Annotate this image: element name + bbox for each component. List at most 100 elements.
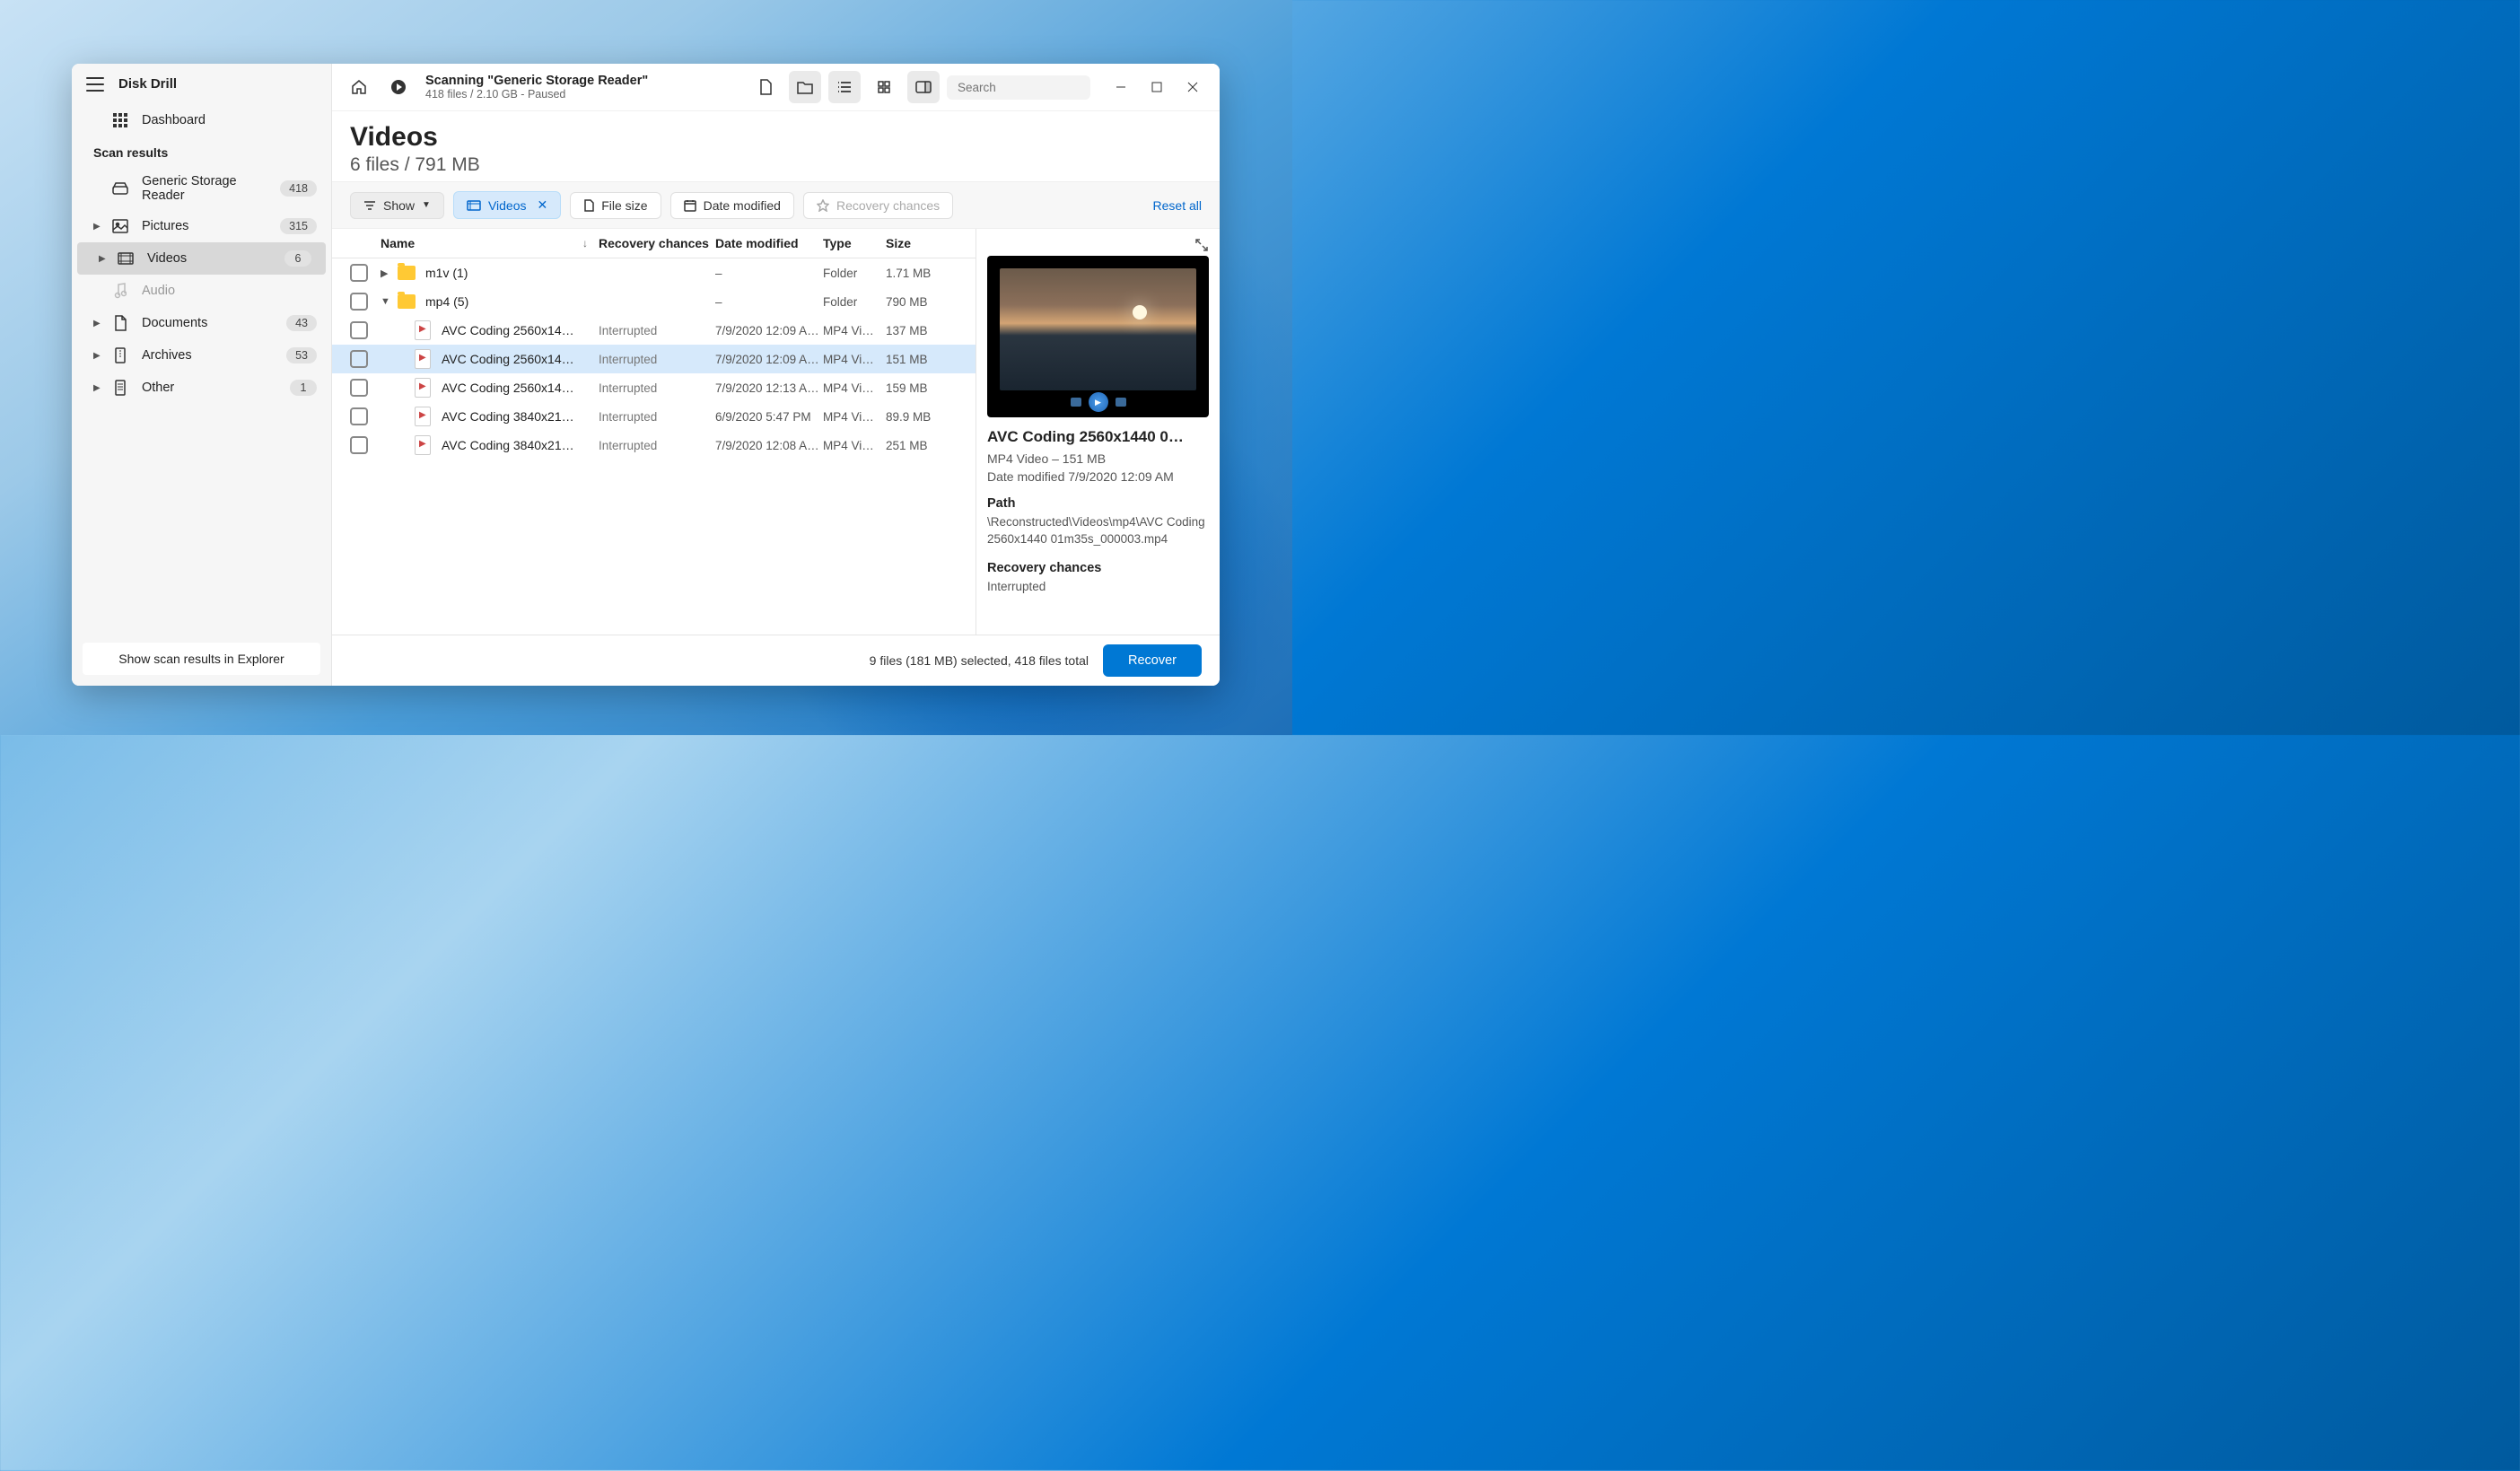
grid-view-button[interactable] — [868, 71, 900, 103]
row-type: Folder — [823, 295, 886, 309]
row-date: – — [715, 267, 823, 280]
other-count: 1 — [290, 380, 317, 396]
expand-preview-button[interactable] — [1194, 238, 1209, 252]
storage-count: 418 — [280, 180, 317, 197]
table-row[interactable]: AVC Coding 2560x14…Interrupted7/9/2020 1… — [332, 316, 976, 345]
panel-toggle-button[interactable] — [907, 71, 940, 103]
expand-toggle[interactable]: ▶ — [381, 267, 397, 279]
recovery-chances-filter-chip[interactable]: Recovery chances — [803, 192, 953, 219]
sidebar-item-storage[interactable]: Generic Storage Reader 418 — [72, 167, 331, 210]
audio-label: Audio — [142, 284, 317, 298]
video-file-icon — [413, 407, 433, 426]
date-modified-filter-chip[interactable]: Date modified — [670, 192, 794, 219]
table-row[interactable]: AVC Coding 3840x21…Interrupted6/9/2020 5… — [332, 402, 976, 431]
recover-button[interactable]: Recover — [1103, 644, 1202, 677]
home-button[interactable] — [343, 71, 375, 103]
folder-icon — [397, 263, 416, 283]
video-icon — [117, 250, 135, 267]
archive-icon — [111, 346, 129, 364]
pictures-count: 315 — [280, 218, 317, 234]
col-date[interactable]: Date modified — [715, 236, 823, 250]
list-view-button[interactable] — [828, 71, 861, 103]
app-title: Disk Drill — [118, 76, 177, 92]
show-in-explorer-button[interactable]: Show scan results in Explorer — [83, 643, 320, 675]
storage-label: Generic Storage Reader — [142, 174, 267, 203]
sidebar-item-pictures[interactable]: ▶ Pictures 315 — [72, 210, 331, 242]
table-row[interactable]: ▼mp4 (5)–Folder790 MB — [332, 287, 976, 316]
table-row[interactable]: AVC Coding 2560x14…Interrupted7/9/2020 1… — [332, 373, 976, 402]
close-icon[interactable]: ✕ — [538, 197, 548, 213]
row-size: 151 MB — [886, 353, 958, 366]
chevron-right-icon: ▶ — [99, 254, 106, 264]
search-input[interactable] — [958, 81, 1116, 94]
table-row[interactable]: AVC Coding 3840x21…Interrupted7/9/2020 1… — [332, 431, 976, 460]
table-row[interactable]: AVC Coding 2560x14…Interrupted7/9/2020 1… — [332, 345, 976, 373]
row-name: AVC Coding 2560x14… — [442, 323, 599, 337]
documents-label: Documents — [142, 316, 274, 330]
row-checkbox[interactable] — [350, 379, 368, 397]
row-recovery: Interrupted — [599, 410, 715, 424]
row-size: 790 MB — [886, 295, 958, 309]
table-row[interactable]: ▶m1v (1)–Folder1.71 MB — [332, 258, 976, 287]
pictures-label: Pictures — [142, 219, 267, 233]
row-checkbox[interactable] — [350, 264, 368, 282]
dashboard-label: Dashboard — [142, 113, 317, 127]
preview-recovery-label: Recovery chances — [987, 561, 1209, 575]
col-size[interactable]: Size — [886, 236, 958, 250]
row-name: AVC Coding 3840x21… — [442, 438, 599, 452]
row-checkbox[interactable] — [350, 293, 368, 311]
sidebar-item-audio[interactable]: Audio — [72, 275, 331, 307]
row-checkbox[interactable] — [350, 407, 368, 425]
row-checkbox[interactable] — [350, 350, 368, 368]
next-button[interactable] — [1116, 398, 1126, 407]
show-filter-button[interactable]: Show ▼ — [350, 192, 444, 219]
folder-view-button[interactable] — [789, 71, 821, 103]
audio-icon — [111, 282, 129, 300]
row-checkbox[interactable] — [350, 321, 368, 339]
col-type[interactable]: Type — [823, 236, 886, 250]
play-button[interactable] — [382, 71, 415, 103]
reset-all-link[interactable]: Reset all — [1153, 198, 1202, 213]
expand-toggle[interactable]: ▼ — [381, 296, 397, 307]
sidebar-item-other[interactable]: ▶ Other 1 — [72, 372, 331, 404]
hamburger-icon[interactable] — [86, 77, 104, 92]
row-recovery: Interrupted — [599, 324, 715, 337]
row-name: m1v (1) — [425, 266, 599, 280]
row-recovery: Interrupted — [599, 439, 715, 452]
sidebar-item-videos[interactable]: ▶ Videos 6 — [77, 242, 326, 275]
scan-title: Scanning "Generic Storage Reader" — [425, 74, 648, 88]
close-button[interactable] — [1177, 71, 1209, 103]
row-size: 137 MB — [886, 324, 958, 337]
row-date: 7/9/2020 12:13 A… — [715, 381, 823, 395]
file-view-button[interactable] — [749, 71, 782, 103]
star-icon — [817, 199, 829, 212]
preview-thumbnail[interactable]: ▶ — [987, 256, 1209, 417]
row-name: mp4 (5) — [425, 294, 599, 309]
search-box[interactable] — [947, 75, 1090, 100]
row-date: 6/9/2020 5:47 PM — [715, 410, 823, 424]
footer: 9 files (181 MB) selected, 418 files tot… — [332, 635, 1220, 686]
prev-button[interactable] — [1071, 398, 1081, 407]
col-recovery[interactable]: Recovery chances — [599, 236, 715, 250]
documents-count: 43 — [286, 315, 317, 331]
maximize-button[interactable] — [1141, 71, 1173, 103]
image-icon — [111, 217, 129, 235]
sidebar: Disk Drill Dashboard Scan results Generi… — [72, 64, 332, 686]
sidebar-item-archives[interactable]: ▶ Archives 53 — [72, 339, 331, 372]
filter-icon — [363, 200, 376, 211]
sidebar-item-dashboard[interactable]: Dashboard — [72, 104, 331, 136]
file-icon — [583, 199, 594, 212]
minimize-button[interactable] — [1105, 71, 1137, 103]
media-controls: ▶ — [987, 392, 1209, 412]
archives-count: 53 — [286, 347, 317, 363]
play-media-button[interactable]: ▶ — [1089, 392, 1108, 412]
video-file-icon — [413, 320, 433, 340]
content-header: Videos 6 files / 791 MB — [332, 111, 1220, 181]
video-file-icon — [413, 378, 433, 398]
file-size-filter-chip[interactable]: File size — [570, 192, 661, 219]
row-checkbox[interactable] — [350, 436, 368, 454]
preview-file-title: AVC Coding 2560x1440 0… — [987, 428, 1209, 446]
sidebar-item-documents[interactable]: ▶ Documents 43 — [72, 307, 331, 339]
col-name[interactable]: Name↓ — [381, 236, 599, 250]
videos-filter-chip[interactable]: Videos ✕ — [453, 191, 561, 219]
